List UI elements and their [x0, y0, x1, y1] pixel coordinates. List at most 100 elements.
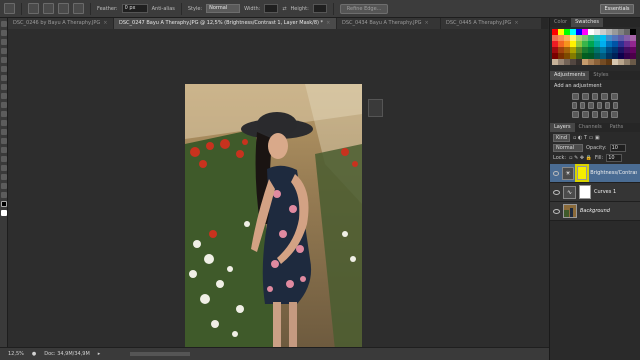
path-select-tool-icon[interactable]	[1, 165, 7, 171]
tab-document-4[interactable]: DSC_0445 A Theraphy.JPG ×	[441, 18, 541, 29]
subtract-selection-icon[interactable]	[58, 3, 69, 14]
info-icon[interactable]: ●	[32, 351, 36, 357]
opacity-input[interactable]: 10	[609, 144, 626, 152]
layer-row-curves[interactable]: ∿ Curves 1	[550, 183, 640, 202]
exposure-icon[interactable]	[601, 93, 609, 100]
adjustment-icons-row-1	[550, 92, 640, 101]
fill-input[interactable]: 10	[606, 154, 623, 162]
swap-icon[interactable]: ⇄	[282, 6, 286, 12]
brush-tool-icon[interactable]	[1, 84, 7, 90]
collapsed-panel-icon[interactable]	[368, 99, 383, 117]
new-selection-icon[interactable]	[28, 3, 39, 14]
levels-icon[interactable]	[581, 93, 589, 100]
height-label: Height:	[290, 5, 309, 12]
tab-document-2[interactable]: DSC_0247 Bayu A Theraphy.JPG @ 12,5% (Br…	[114, 18, 336, 29]
posterize-icon[interactable]	[581, 111, 589, 118]
close-icon[interactable]: ×	[514, 18, 518, 29]
tab-layers[interactable]: Layers	[550, 123, 575, 132]
style-label: Style:	[187, 5, 203, 12]
channel-mixer-icon[interactable]	[604, 102, 610, 109]
tab-document-3[interactable]: DSC_0434 Bayu A Theraphy.JPG ×	[337, 18, 440, 29]
tool-preset-icon[interactable]	[4, 3, 15, 14]
width-label: Width:	[244, 5, 261, 12]
antialias-label[interactable]: Anti-alias	[152, 6, 175, 12]
style-select[interactable]: Normal	[206, 4, 241, 13]
layers-panel-tabs: Layers Channels Paths	[550, 123, 640, 132]
hue-saturation-icon[interactable]	[572, 102, 578, 109]
kind-filter-select[interactable]: Kind	[553, 134, 571, 142]
vibrance-icon[interactable]	[611, 93, 618, 100]
workspace-select[interactable]: Essentials	[600, 4, 634, 14]
layer-mask-thumbnail[interactable]	[579, 185, 591, 199]
pen-tool-icon[interactable]	[1, 147, 7, 153]
refine-edge-button[interactable]: Refine Edge...	[339, 3, 389, 14]
healing-tool-icon[interactable]	[1, 75, 7, 81]
layer-name: Curves 1	[594, 189, 617, 195]
close-icon[interactable]: ×	[425, 18, 429, 29]
zoom-level[interactable]: 12,5%	[8, 351, 24, 357]
document-photo[interactable]	[185, 84, 362, 350]
crop-tool-icon[interactable]	[1, 57, 7, 63]
horizontal-scrollbar[interactable]	[130, 352, 191, 356]
height-input[interactable]	[312, 4, 327, 13]
eyedropper-tool-icon[interactable]	[1, 66, 7, 72]
eraser-tool-icon[interactable]	[1, 111, 7, 117]
background-color-icon[interactable]	[1, 210, 7, 216]
filter-icons[interactable]: ▫ ◐ T ▭ ▣	[573, 135, 600, 141]
eye-icon[interactable]	[553, 208, 560, 214]
intersect-selection-icon[interactable]	[73, 3, 84, 14]
gradient-tool-icon[interactable]	[1, 120, 7, 126]
invert-icon[interactable]	[572, 111, 579, 118]
color-lookup-icon[interactable]	[612, 102, 619, 109]
history-brush-tool-icon[interactable]	[1, 102, 7, 108]
tab-adjustments[interactable]: Adjustments	[550, 71, 590, 80]
tab-styles[interactable]: Styles	[589, 71, 612, 80]
tab-paths[interactable]: Paths	[606, 123, 628, 132]
close-icon[interactable]: ×	[326, 18, 330, 29]
quick-select-tool-icon[interactable]	[1, 48, 7, 54]
foreground-color-icon[interactable]	[1, 201, 7, 207]
type-tool-icon[interactable]	[1, 156, 7, 162]
opacity-label: Opacity:	[586, 145, 607, 151]
zoom-tool-icon[interactable]	[1, 192, 7, 198]
hand-tool-icon[interactable]	[1, 183, 7, 189]
document-tabs: DSC_0246 by Bayu A Theraphy.JPG × DSC_02…	[8, 18, 548, 29]
marquee-tool-icon[interactable]	[1, 30, 7, 36]
layer-filter-row: Kind ▫ ◐ T ▭ ▣	[553, 134, 637, 142]
add-selection-icon[interactable]	[43, 3, 54, 14]
close-icon[interactable]: ×	[103, 18, 107, 29]
layer-row-brightness-contrast[interactable]: ☀ Brightness/Contrast 1	[550, 164, 640, 183]
tab-channels[interactable]: Channels	[575, 123, 606, 132]
shape-tool-icon[interactable]	[1, 174, 7, 180]
tab-color[interactable]: Color	[550, 18, 571, 27]
lock-icons[interactable]: ▫ ✎ ✥ 🔒	[569, 155, 592, 161]
tab-swatches[interactable]: Swatches	[571, 18, 603, 27]
divider	[90, 2, 91, 15]
canvas-area[interactable]	[8, 29, 549, 350]
curves-icon[interactable]	[591, 93, 599, 100]
width-input[interactable]	[264, 4, 279, 13]
swatches-grid[interactable]	[550, 27, 640, 67]
eye-icon[interactable]	[553, 189, 560, 195]
black-white-icon[interactable]	[588, 102, 594, 109]
arrow-right-icon[interactable]: ▸	[98, 351, 101, 357]
blur-tool-icon[interactable]	[1, 129, 7, 135]
clone-stamp-tool-icon[interactable]	[1, 93, 7, 99]
swatch[interactable]	[630, 59, 636, 65]
options-bar: Feather: 0 px Anti-alias Style: Normal W…	[0, 0, 640, 18]
layer-mask-thumbnail[interactable]	[576, 166, 588, 180]
lasso-tool-icon[interactable]	[1, 39, 7, 45]
tab-document-1[interactable]: DSC_0246 by Bayu A Theraphy.JPG ×	[8, 18, 113, 29]
dodge-tool-icon[interactable]	[1, 138, 7, 144]
threshold-icon[interactable]	[591, 111, 599, 118]
photo-filter-icon[interactable]	[596, 102, 602, 109]
eye-icon[interactable]	[553, 170, 560, 176]
brightness-contrast-icon[interactable]	[572, 93, 579, 100]
selective-color-icon[interactable]	[611, 111, 618, 118]
move-tool-icon[interactable]	[1, 21, 7, 27]
layer-row-background[interactable]: Background	[550, 202, 640, 221]
feather-input[interactable]: 0 px	[121, 4, 148, 13]
blend-mode-select[interactable]: Normal	[553, 144, 583, 152]
color-balance-icon[interactable]	[580, 102, 586, 109]
gradient-map-icon[interactable]	[601, 111, 609, 118]
